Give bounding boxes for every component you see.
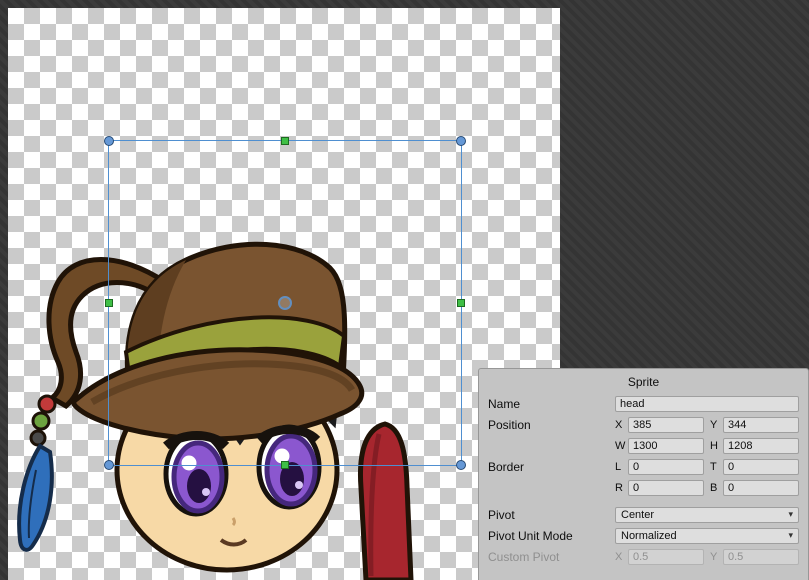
position-h-label: H [710, 440, 719, 452]
pivot-label: Pivot [488, 508, 615, 522]
custom-pivot-row: Custom Pivot X Y [479, 546, 808, 567]
position-y-field[interactable] [723, 417, 799, 433]
pivot-unit-mode-dropdown[interactable]: Normalized ▾ [615, 528, 799, 544]
border-t-label: T [710, 461, 719, 473]
border-b-label: B [710, 482, 719, 494]
pivot-unit-mode-row: Pivot Unit Mode Normalized ▾ [479, 525, 808, 546]
border-rb-row: R B [479, 477, 808, 498]
pivot-unit-mode-label: Pivot Unit Mode [488, 529, 615, 543]
pivot-row: Pivot Center ▾ [479, 504, 808, 525]
position-x-label: X [615, 419, 624, 431]
custom-pivot-x-field [628, 549, 704, 565]
pivot-dropdown-value: Center [621, 509, 654, 521]
position-wh-row: W H [479, 435, 808, 456]
pivot-dropdown[interactable]: Center ▾ [615, 507, 799, 523]
name-label: Name [488, 397, 615, 411]
position-h-field[interactable] [723, 438, 799, 454]
selection-handle-right-icon[interactable] [457, 299, 465, 307]
selection-handle-top-right-icon[interactable] [456, 136, 466, 146]
panel-title: Sprite [479, 369, 808, 393]
border-lt-row: Border L T [479, 456, 808, 477]
border-b-field[interactable] [723, 480, 799, 496]
position-w-field[interactable] [628, 438, 704, 454]
border-label: Border [488, 460, 615, 474]
pivot-unit-mode-dropdown-value: Normalized [621, 530, 677, 542]
name-field[interactable] [615, 396, 799, 412]
selection-handle-bottom-right-icon[interactable] [456, 460, 466, 470]
custom-pivot-label: Custom Pivot [488, 550, 615, 564]
border-l-field[interactable] [628, 459, 704, 475]
chevron-down-icon: ▾ [788, 510, 793, 519]
position-xy-row: Position X Y [479, 414, 808, 435]
sprite-inspector-panel: Sprite Name Position X Y [478, 368, 809, 580]
selection-handle-bottom-icon[interactable] [281, 461, 289, 469]
selection-handle-top-left-icon[interactable] [104, 136, 114, 146]
name-row: Name [479, 393, 808, 414]
position-label: Position [488, 418, 615, 432]
custom-pivot-y-field [723, 549, 799, 565]
sprite-editor-window: Sprite Name Position X Y [0, 0, 809, 580]
position-x-field[interactable] [628, 417, 704, 433]
position-w-label: W [615, 440, 624, 452]
chevron-down-icon: ▾ [788, 531, 793, 540]
border-r-field[interactable] [628, 480, 704, 496]
sprite-selection-rect[interactable] [108, 140, 462, 466]
pivot-handle-icon[interactable] [278, 296, 292, 310]
custom-pivot-y-label: Y [710, 551, 719, 563]
selection-handle-bottom-left-icon[interactable] [104, 460, 114, 470]
border-l-label: L [615, 461, 624, 473]
selection-handle-left-icon[interactable] [105, 299, 113, 307]
border-r-label: R [615, 482, 624, 494]
selection-handle-top-icon[interactable] [281, 137, 289, 145]
custom-pivot-x-label: X [615, 551, 624, 563]
position-y-label: Y [710, 419, 719, 431]
border-t-field[interactable] [723, 459, 799, 475]
